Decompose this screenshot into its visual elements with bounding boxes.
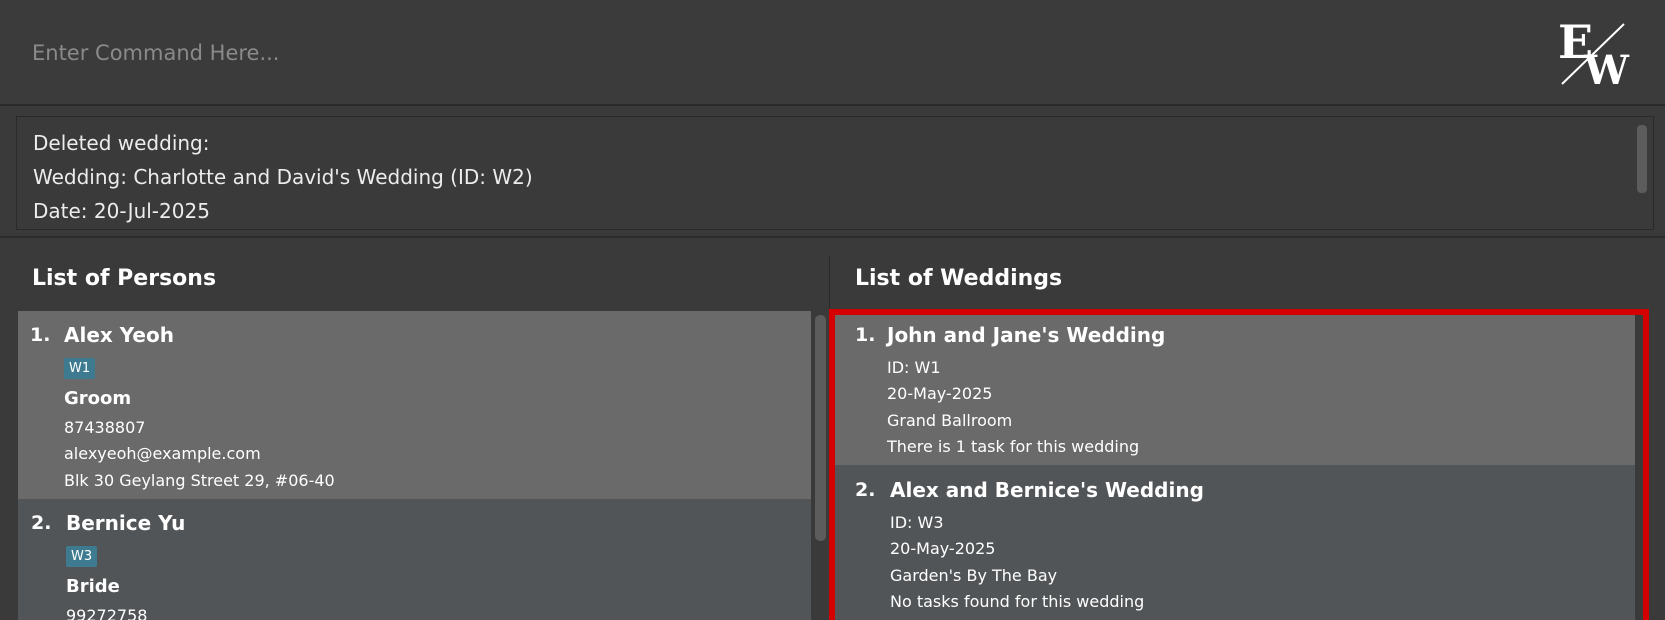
result-scrollbar[interactable] (1637, 125, 1647, 193)
wedding-card[interactable]: 2. Alex and Bernice's Wedding ID: W3 20-… (833, 465, 1635, 620)
person-index: 1. (30, 324, 51, 346)
app-logo: E W (1558, 18, 1630, 90)
weddings-list: 1. John and Jane's Wedding ID: W1 20-May… (833, 311, 1635, 620)
wedding-name: John and Jane's Wedding (887, 323, 1166, 347)
svg-text:W: W (1583, 47, 1630, 90)
person-index: 2. (31, 512, 52, 534)
persons-panel-title: List of Persons (32, 266, 217, 291)
wedding-card[interactable]: 1. John and Jane's Wedding ID: W1 20-May… (833, 311, 1635, 465)
wedding-tag: W1 (64, 358, 96, 379)
wedding-date: 20-May-2025 (887, 384, 993, 403)
person-phone: 87438807 (64, 418, 146, 437)
divider (0, 236, 1665, 238)
wedding-venue: Garden's By The Bay (890, 566, 1058, 585)
result-display: Deleted wedding: Wedding: Charlotte and … (16, 116, 1654, 230)
person-card[interactable]: 1. Alex Yeoh W1 Groom 87438807 alexyeoh@… (18, 311, 811, 499)
persons-list: 1. Alex Yeoh W1 Groom 87438807 alexyeoh@… (18, 311, 811, 620)
wedding-tag: W3 (66, 546, 98, 567)
wedding-index: 2. (855, 479, 876, 501)
result-line-1: Deleted wedding: (33, 131, 210, 155)
person-role: Groom (64, 388, 132, 409)
weddings-panel-title: List of Weddings (855, 266, 1063, 291)
wedding-index: 1. (855, 324, 876, 346)
persons-scrollbar-track (811, 311, 829, 620)
command-input[interactable] (4, 4, 1544, 102)
weddings-scrollbar-track (1635, 311, 1645, 620)
panel-divider (829, 255, 830, 620)
person-phone: 99272758 (66, 606, 148, 620)
wedding-tasks: There is 1 task for this wedding (887, 437, 1140, 456)
wedding-id: ID: W1 (887, 358, 941, 377)
result-line-3: Date: 20-Jul-2025 (33, 199, 210, 223)
persons-scrollbar-thumb[interactable] (815, 315, 826, 541)
wedding-tasks: No tasks found for this wedding (890, 592, 1145, 611)
person-name: Alex Yeoh (64, 323, 174, 347)
wedding-id: ID: W3 (890, 513, 944, 532)
person-address: Blk 30 Geylang Street 29, #06-40 (64, 471, 335, 490)
wedding-name: Alex and Bernice's Wedding (890, 478, 1204, 502)
person-email: alexyeoh@example.com (64, 444, 261, 463)
command-bar: E W (0, 0, 1665, 106)
wedding-date: 20-May-2025 (890, 539, 996, 558)
wedding-venue: Grand Ballroom (887, 411, 1013, 430)
person-role: Bride (66, 576, 120, 597)
person-card[interactable]: 2. Bernice Yu W3 Bride 99272758 (18, 499, 811, 620)
result-line-2: Wedding: Charlotte and David's Wedding (… (33, 165, 533, 189)
person-name: Bernice Yu (66, 511, 186, 535)
